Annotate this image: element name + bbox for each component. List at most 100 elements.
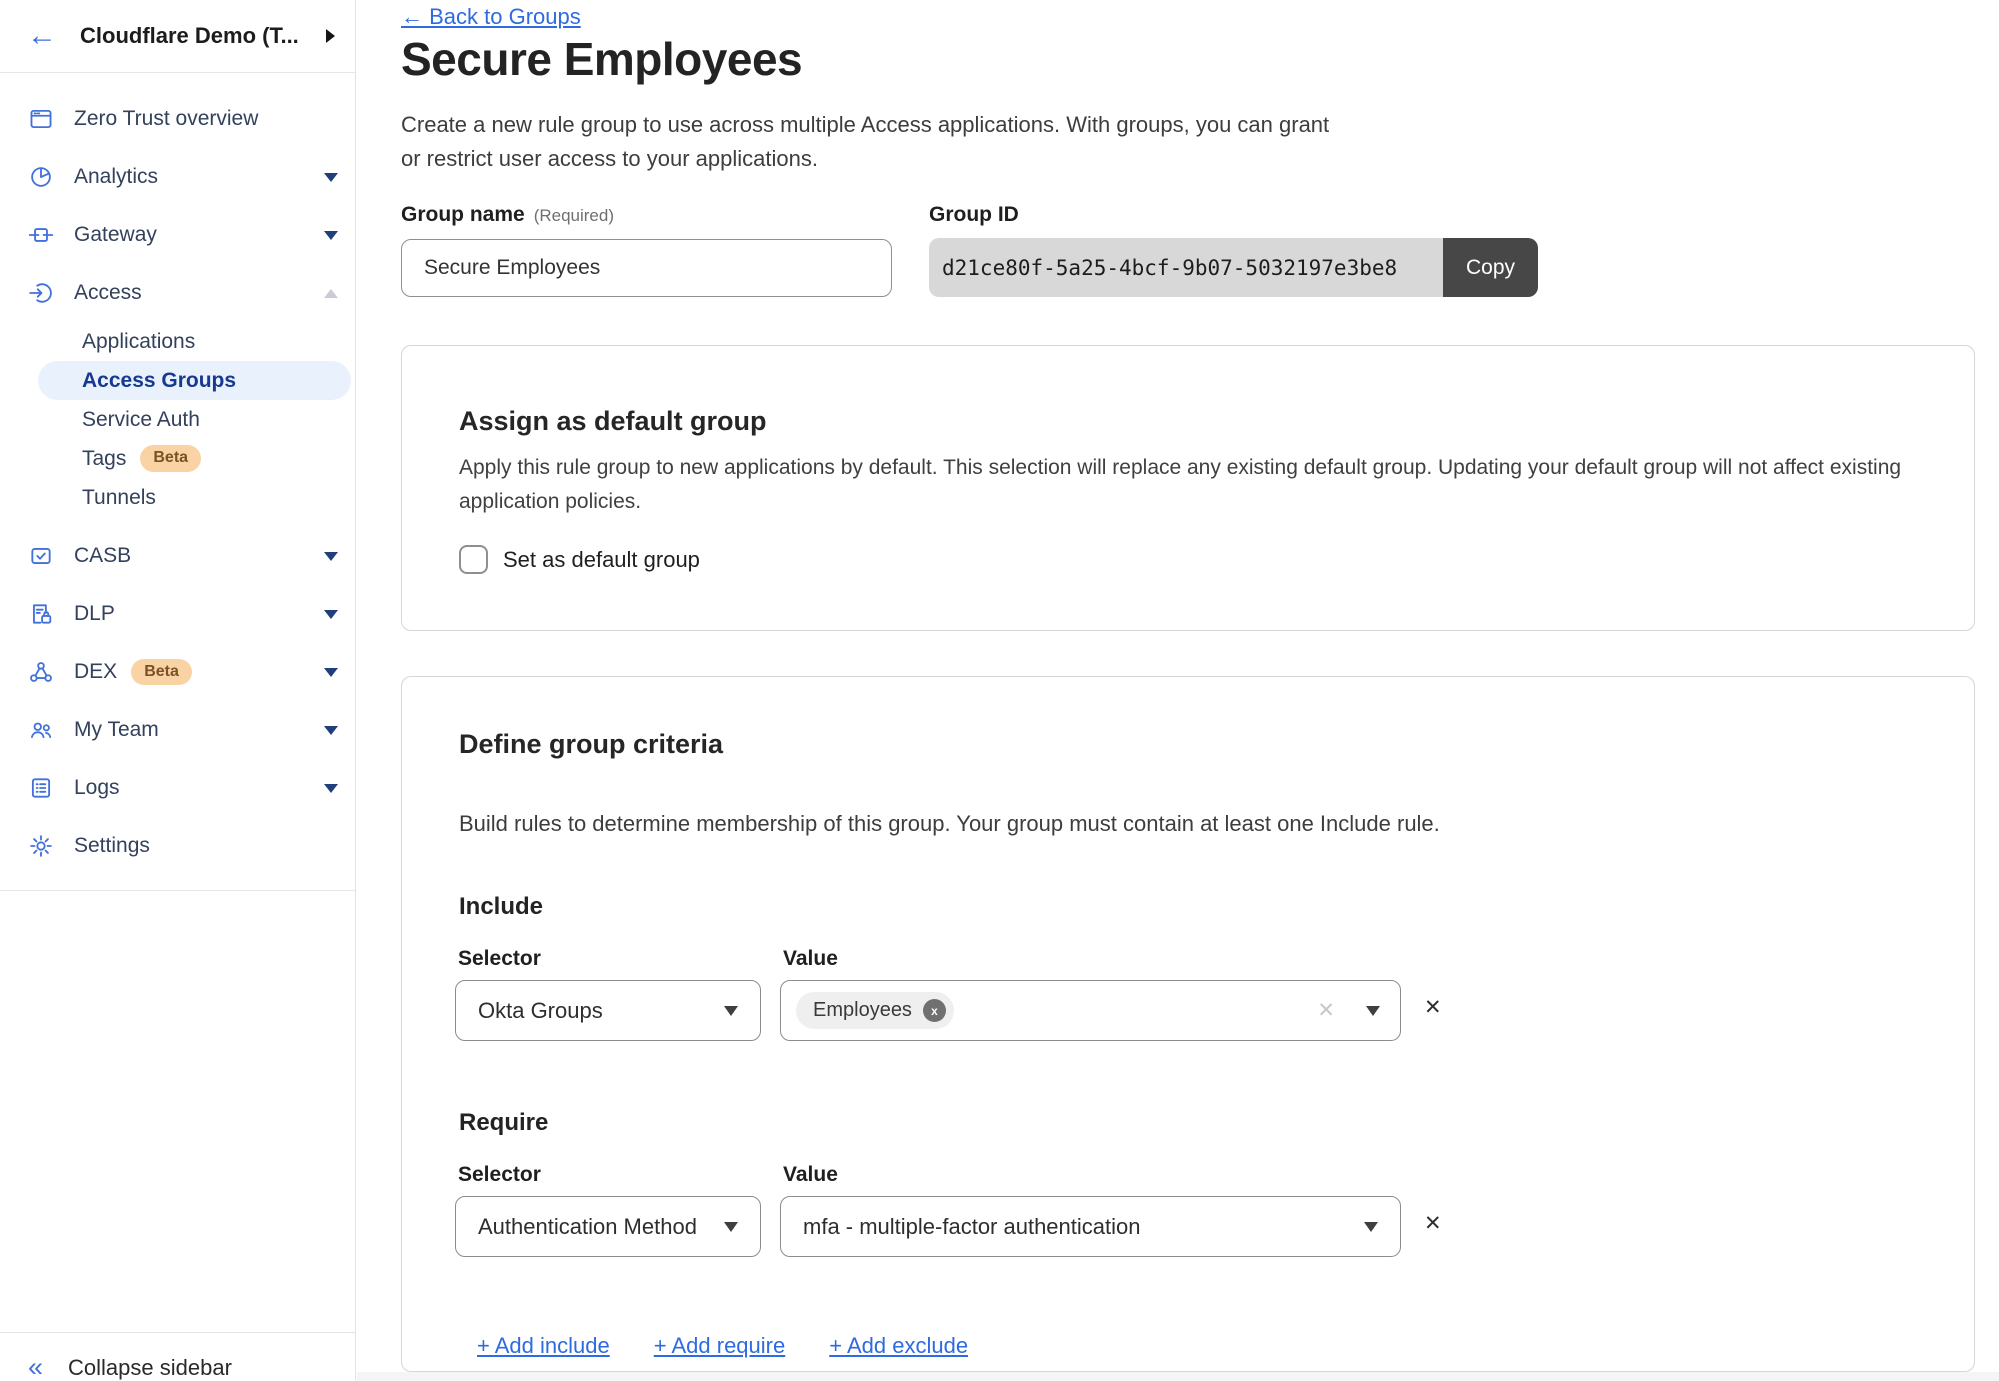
sidebar-item-label: Applications — [82, 330, 195, 354]
include-selector-dropdown[interactable]: Okta Groups — [455, 980, 761, 1041]
sidebar-item-analytics[interactable]: Analytics — [0, 148, 355, 206]
rule-actions: + Add include + Add require + Add exclud… — [477, 1333, 968, 1359]
chevron-down-icon — [1364, 1222, 1378, 1232]
add-require-link[interactable]: + Add require — [654, 1333, 785, 1359]
sidebar-item-my-team[interactable]: My Team — [0, 701, 355, 759]
include-heading: Include — [459, 893, 543, 921]
sidebar-item-gateway[interactable]: Gateway — [0, 206, 355, 264]
include-value-multiselect[interactable]: Employees x ✕ — [780, 980, 1401, 1041]
sidebar-item-access[interactable]: Access — [0, 264, 355, 322]
chevron-down-icon — [724, 1006, 738, 1016]
chevron-down-icon — [324, 610, 338, 619]
sidebar-item-label: Service Auth — [82, 408, 200, 432]
assign-default-group-title: Assign as default group — [459, 406, 767, 437]
assign-default-group-card: Assign as default group Apply this rule … — [401, 345, 1975, 631]
logs-icon — [28, 775, 54, 801]
sidebar-item-casb[interactable]: CASB — [0, 527, 355, 585]
require-selector-label: Selector — [458, 1163, 541, 1187]
analytics-icon — [28, 164, 54, 190]
sidebar-item-service-auth[interactable]: Service Auth — [38, 400, 351, 439]
chevron-down-icon — [324, 231, 338, 240]
chevron-down-icon — [324, 552, 338, 561]
group-id-label: Group ID — [929, 203, 1019, 227]
sidebar-nav: Zero Trust overview Analytics Gateway Acces… — [0, 73, 355, 875]
chevron-down-icon — [324, 784, 338, 793]
value-chip-label: Employees — [813, 999, 912, 1022]
remove-chip-icon[interactable]: x — [923, 999, 946, 1022]
require-value-label: Value — [783, 1163, 838, 1187]
casb-icon — [28, 543, 54, 569]
delete-include-rule-icon[interactable]: ✕ — [1424, 995, 1442, 1020]
collapse-sidebar-label: Collapse sidebar — [68, 1355, 232, 1381]
beta-badge: Beta — [131, 659, 192, 685]
back-arrow-icon[interactable]: ← — [27, 21, 57, 51]
chevron-down-icon — [324, 668, 338, 677]
group-id-value: d21ce80f-5a25-4bcf-9b07-5032197e3be8 — [929, 238, 1443, 297]
assign-default-group-body-line2: application policies. — [459, 490, 641, 514]
access-icon — [28, 280, 54, 306]
page-description-line1: Create a new rule group to use across mu… — [401, 112, 1329, 138]
group-name-label: Group name(Required) — [401, 203, 614, 227]
chevron-down-icon — [724, 1222, 738, 1232]
sidebar-item-label: Tunnels — [82, 486, 156, 510]
team-icon — [28, 717, 54, 743]
require-selector-dropdown[interactable]: Authentication Method — [455, 1196, 761, 1257]
sidebar: ← Cloudflare Demo (T... Zero Trust overv… — [0, 0, 356, 1381]
sidebar-item-dlp[interactable]: DLP — [0, 585, 355, 643]
sidebar-item-dex[interactable]: DEX Beta — [0, 643, 355, 701]
chevron-down-icon — [324, 726, 338, 735]
assign-default-group-body-line1: Apply this rule group to new application… — [459, 456, 1901, 480]
clear-values-icon[interactable]: ✕ — [1317, 998, 1335, 1023]
sidebar-item-label: My Team — [74, 718, 159, 742]
sidebar-item-label: Logs — [74, 776, 120, 800]
sidebar-item-tags[interactable]: Tags Beta — [38, 439, 351, 478]
add-include-link[interactable]: + Add include — [477, 1333, 610, 1359]
dlp-icon — [28, 601, 54, 627]
dex-icon — [28, 659, 54, 685]
beta-badge: Beta — [140, 445, 201, 471]
sidebar-item-label: Gateway — [74, 223, 157, 247]
account-name[interactable]: Cloudflare Demo (T... — [80, 23, 326, 49]
group-name-input[interactable] — [401, 239, 892, 297]
page-title: Secure Employees — [401, 32, 802, 86]
main-content: ← Back to Groups Secure Employees Create… — [357, 0, 1999, 1381]
sidebar-item-label: Analytics — [74, 165, 158, 189]
back-to-groups-link[interactable]: ← Back to Groups — [401, 4, 581, 30]
gear-icon — [28, 833, 54, 859]
delete-require-rule-icon[interactable]: ✕ — [1424, 1211, 1442, 1236]
add-exclude-link[interactable]: + Add exclude — [829, 1333, 968, 1359]
sidebar-item-label: Settings — [74, 834, 150, 858]
chevron-down-icon — [1366, 1006, 1380, 1016]
sidebar-item-applications[interactable]: Applications — [38, 322, 351, 361]
account-expand-chevron-icon[interactable] — [326, 29, 335, 43]
require-value-dropdown[interactable]: mfa - multiple-factor authentication — [780, 1196, 1401, 1257]
sidebar-item-label: Access Groups — [82, 369, 236, 393]
require-value-text: mfa - multiple-factor authentication — [803, 1214, 1352, 1240]
gateway-icon — [28, 222, 54, 248]
required-hint: (Required) — [534, 206, 614, 225]
page-description-line2: or restrict user access to your applicat… — [401, 146, 818, 172]
sidebar-item-settings[interactable]: Settings — [0, 817, 355, 875]
require-selector-value: Authentication Method — [478, 1214, 712, 1240]
collapse-sidebar-button[interactable]: « Collapse sidebar — [0, 1332, 355, 1381]
sidebar-item-label: Tags — [82, 447, 126, 471]
sidebar-item-logs[interactable]: Logs — [0, 759, 355, 817]
sidebar-divider — [0, 890, 355, 891]
sidebar-item-label: DEX — [74, 660, 117, 684]
sidebar-item-access-groups[interactable]: Access Groups — [38, 361, 351, 400]
copy-button[interactable]: Copy — [1443, 238, 1538, 297]
set-default-group-checkbox[interactable] — [459, 545, 488, 574]
value-chip: Employees x — [796, 992, 954, 1029]
include-selector-label: Selector — [458, 947, 541, 971]
sidebar-item-tunnels[interactable]: Tunnels — [38, 478, 351, 517]
sidebar-item-label: CASB — [74, 544, 131, 568]
chevron-down-icon — [324, 173, 338, 182]
sidebar-item-label: Access — [74, 281, 142, 305]
set-default-group-label: Set as default group — [503, 547, 700, 573]
define-group-criteria-title: Define group criteria — [459, 729, 723, 760]
zero-trust-dashboard: ← Cloudflare Demo (T... Zero Trust overv… — [0, 0, 1999, 1381]
define-group-criteria-card: Define group criteria Build rules to det… — [401, 676, 1975, 1372]
chevron-up-icon — [324, 289, 338, 298]
include-value-label: Value — [783, 947, 838, 971]
sidebar-item-zero-trust-overview[interactable]: Zero Trust overview — [0, 90, 355, 148]
